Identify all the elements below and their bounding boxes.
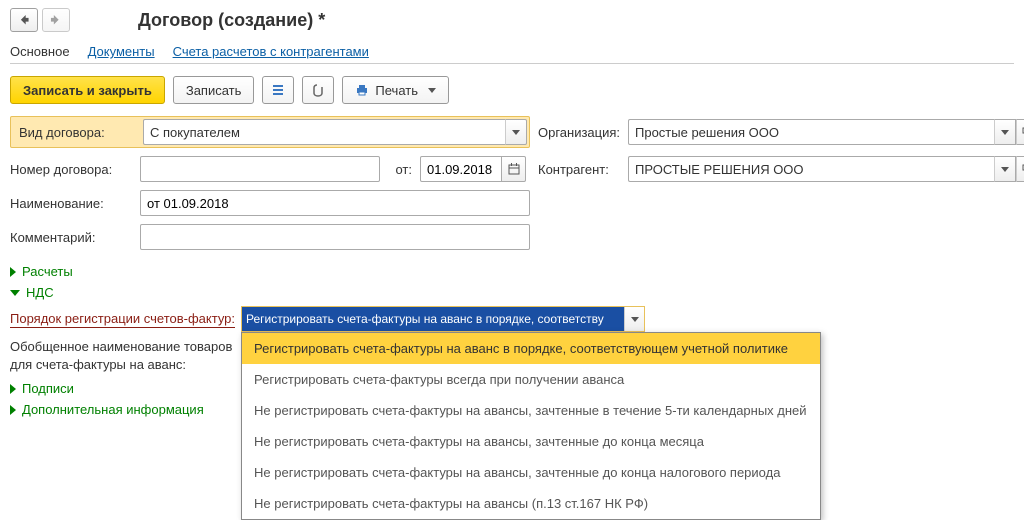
print-label: Печать (375, 83, 418, 98)
date-picker-button[interactable] (502, 156, 526, 182)
print-button[interactable]: Печать (342, 76, 449, 104)
counterparty-dropdown-button[interactable] (994, 156, 1016, 182)
calculations-label: Расчеты (22, 264, 73, 279)
chevron-down-icon (10, 290, 20, 296)
chevron-down-icon (512, 130, 520, 135)
name-label: Наименование: (10, 196, 140, 211)
tab-main[interactable]: Основное (10, 44, 70, 59)
title-bar: Договор (создание) * (10, 8, 1014, 32)
vat-label: НДС (26, 285, 54, 300)
chevron-down-icon (1001, 167, 1009, 172)
additional-info-label: Дополнительная информация (22, 402, 204, 417)
sf-order-dropdown-panel: Регистрировать счета-фактуры на аванс в … (241, 332, 821, 520)
date-input[interactable] (420, 156, 502, 182)
sf-option-1[interactable]: Регистрировать счета-фактуры всегда при … (242, 364, 820, 395)
organization-open-button[interactable] (1016, 119, 1024, 145)
sf-order-selected-value: Регистрировать счета-фактуры на аванс в … (242, 307, 624, 331)
sf-order-row: Порядок регистрации счетов-фактур: Регис… (10, 306, 1014, 332)
organization-label: Организация: (538, 125, 628, 140)
printer-icon (355, 83, 369, 97)
sf-option-3[interactable]: Не регистрировать счета-фактуры на аванс… (242, 426, 820, 457)
chevron-right-icon (10, 405, 16, 415)
signatures-label: Подписи (22, 381, 74, 396)
sf-option-5[interactable]: Не регистрировать счета-фактуры на аванс… (242, 488, 820, 519)
organization-select[interactable]: Простые решения ООО (628, 119, 994, 145)
chevron-right-icon (10, 267, 16, 277)
contract-type-select[interactable]: С покупателем (143, 119, 505, 145)
tab-accounts[interactable]: Счета расчетов с контрагентами (173, 44, 369, 59)
page-title: Договор (создание) * (138, 10, 325, 31)
forward-button[interactable] (42, 8, 70, 32)
organization-row: Организация: Простые решения ООО (538, 116, 1024, 148)
save-button[interactable]: Записать (173, 76, 255, 104)
generalized-name-label: Обобщенное наименование товаров для счет… (10, 338, 266, 373)
sf-order-label: Порядок регистрации счетов-фактур: (10, 311, 235, 328)
chevron-down-icon (428, 88, 436, 93)
generalized-name-line1: Обобщенное наименование товаров (10, 338, 266, 356)
list-icon (271, 83, 285, 97)
chevron-right-icon (10, 384, 16, 394)
save-and-close-label: Записать и закрыть (23, 83, 152, 98)
vat-expander[interactable]: НДС (10, 285, 1014, 300)
sf-option-0[interactable]: Регистрировать счета-фактуры на аванс в … (242, 333, 820, 364)
sf-option-4[interactable]: Не регистрировать счета-фактуры на аванс… (242, 457, 820, 488)
generalized-name-line2: для счета-фактуры на аванс: (10, 356, 266, 374)
toolbar: Записать и закрыть Записать Печать (10, 76, 1014, 104)
contract-type-label: Вид договора: (13, 125, 143, 140)
paperclip-icon (311, 83, 325, 97)
save-label: Записать (186, 83, 242, 98)
calendar-icon (508, 163, 520, 175)
counterparty-row: Контрагент: ПРОСТЫЕ РЕШЕНИЯ ООО (538, 156, 1024, 182)
section-tabs: Основное Документы Счета расчетов с конт… (10, 44, 1014, 64)
sf-order-dropdown-button[interactable] (624, 307, 644, 331)
contract-number-row: Номер договора: от: (10, 156, 530, 182)
counterparty-select[interactable]: ПРОСТЫЕ РЕШЕНИЯ ООО (628, 156, 994, 182)
name-row: Наименование: (10, 190, 530, 216)
comment-input[interactable] (140, 224, 530, 250)
contract-type-dropdown-button[interactable] (505, 119, 527, 145)
from-label: от: (380, 162, 420, 177)
attach-button[interactable] (302, 76, 334, 104)
counterparty-open-button[interactable] (1016, 156, 1024, 182)
sf-option-2[interactable]: Не регистрировать счета-фактуры на аванс… (242, 395, 820, 426)
list-icon-button[interactable] (262, 76, 294, 104)
save-and-close-button[interactable]: Записать и закрыть (10, 76, 165, 104)
comment-row: Комментарий: (10, 224, 530, 250)
sf-order-select[interactable]: Регистрировать счета-фактуры на аванс в … (241, 306, 645, 332)
chevron-down-icon (631, 317, 639, 322)
chevron-down-icon (1001, 130, 1009, 135)
comment-label: Комментарий: (10, 230, 140, 245)
counterparty-label: Контрагент: (538, 162, 628, 177)
contract-number-input[interactable] (140, 156, 380, 182)
contract-type-row: Вид договора: С покупателем (10, 116, 530, 148)
tab-documents[interactable]: Документы (88, 44, 155, 59)
calculations-expander[interactable]: Расчеты (10, 264, 1014, 279)
contract-number-label: Номер договора: (10, 162, 140, 177)
name-input[interactable] (140, 190, 530, 216)
organization-dropdown-button[interactable] (994, 119, 1016, 145)
back-button[interactable] (10, 8, 38, 32)
